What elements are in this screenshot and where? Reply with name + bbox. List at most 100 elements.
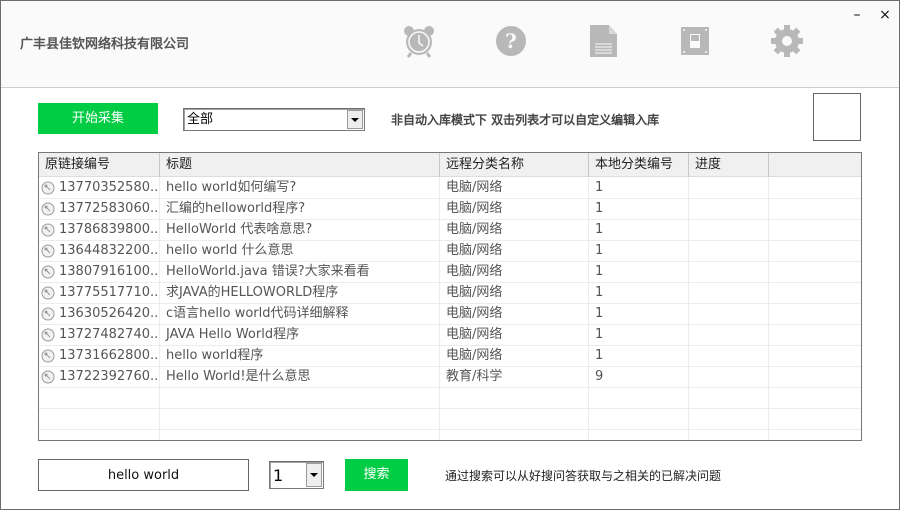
cell-original-id: 13644832200... — [39, 241, 160, 261]
table-body: 13770352580... hello world如何编写? 电脑/网络 1 1377… — [39, 178, 861, 440]
original-id-text: 13722392760... — [59, 369, 160, 384]
cell-original-id: 13772583060... — [39, 199, 160, 219]
cell-progress — [689, 304, 769, 324]
cell-progress — [689, 262, 769, 282]
cell-title: 汇编的helloworld程序? — [160, 199, 440, 219]
cell-title — [160, 388, 440, 408]
cell-original-id: 13786839800... — [39, 220, 160, 240]
document-icon[interactable] — [587, 24, 621, 58]
cell-extra — [769, 430, 861, 440]
search-button[interactable]: 搜索 — [345, 459, 408, 491]
cell-local-id: 1 — [589, 325, 689, 345]
cell-local-id: 9 — [589, 367, 689, 387]
category-select[interactable]: 全部 — [183, 108, 365, 131]
original-id-text: 13772583060... — [59, 201, 160, 216]
cell-remote-category: 电脑/网络 — [440, 220, 589, 240]
column-header-progress[interactable]: 进度 — [689, 153, 769, 177]
original-id-text: 13644832200... — [59, 243, 160, 258]
tag-icon — [41, 328, 55, 342]
cell-title: Hello World!是什么意思 — [160, 367, 440, 387]
cell-local-id — [589, 409, 689, 429]
cell-title: HelloWorld.java 错误?大家来看看 — [160, 262, 440, 282]
table-row[interactable]: 13727482740... JAVA Hello World程序 电脑/网络 1 — [39, 325, 861, 346]
column-header-remote-category[interactable]: 远程分类名称 — [440, 153, 589, 177]
cell-original-id: 13731662800... — [39, 346, 160, 366]
cell-local-id: 1 — [589, 199, 689, 219]
table-row[interactable]: 13644832200... hello world 什么意思 电脑/网络 1 — [39, 241, 861, 262]
table-row[interactable]: 13775517710... 求JAVA的HELLOWORLD程序 电脑/网络 1 — [39, 283, 861, 304]
tag-icon — [41, 370, 55, 384]
table-row[interactable]: 13772583060... 汇编的helloworld程序? 电脑/网络 1 — [39, 199, 861, 220]
cell-original-id: 13770352580... — [39, 178, 160, 198]
category-select-value: 全部 — [187, 112, 214, 127]
app-window: 广丰县佳钦网络科技有限公司 ? – × 开始采集 全部 非自动入库模式下 双击列… — [0, 0, 900, 510]
empty-table-row — [39, 430, 861, 440]
original-id-text: 13770352580... — [59, 180, 160, 195]
tag-icon — [41, 202, 55, 216]
table-row[interactable]: 13786839800... HelloWorld 代表啥意思? 电脑/网络 1 — [39, 220, 861, 241]
cell-original-id — [39, 388, 160, 408]
page-select[interactable]: 1 — [269, 461, 324, 489]
table-row[interactable]: 13807916100... HelloWorld.java 错误?大家来看看 电脑… — [39, 262, 861, 283]
help-icon[interactable]: ? — [494, 24, 528, 58]
chevron-down-icon[interactable] — [306, 463, 322, 487]
cell-remote-category — [440, 388, 589, 408]
cell-remote-category — [440, 409, 589, 429]
cell-progress — [689, 367, 769, 387]
cell-remote-category: 电脑/网络 — [440, 346, 589, 366]
table-row[interactable]: 13731662800... hello world程序 电脑/网络 1 — [39, 346, 861, 367]
original-id-text: 13630526420... — [59, 306, 160, 321]
tag-icon — [41, 181, 55, 195]
cell-progress — [689, 199, 769, 219]
table-row[interactable]: 13722392760... Hello World!是什么意思 教育/科学 9 — [39, 367, 861, 388]
cell-local-id — [589, 430, 689, 440]
cell-remote-category: 电脑/网络 — [440, 304, 589, 324]
cell-extra — [769, 346, 861, 366]
tag-icon — [41, 349, 55, 363]
cell-remote-category: 电脑/网络 — [440, 199, 589, 219]
cell-title: hello world如何编写? — [160, 178, 440, 198]
empty-table-row — [39, 409, 861, 430]
cell-local-id: 1 — [589, 262, 689, 282]
gear-icon[interactable] — [770, 24, 804, 58]
table-row[interactable]: 13630526420... c语言hello world代码详细解释 电脑/网络 1 — [39, 304, 861, 325]
cell-remote-category: 电脑/网络 — [440, 178, 589, 198]
column-header-local-id[interactable]: 本地分类编号 — [589, 153, 689, 177]
cell-remote-category — [440, 430, 589, 440]
company-name: 广丰县佳钦网络科技有限公司 — [20, 37, 190, 52]
cell-original-id: 13807916100... — [39, 262, 160, 282]
minimize-button[interactable]: – — [847, 5, 867, 25]
table-row[interactable]: 13770352580... hello world如何编写? 电脑/网络 1 — [39, 178, 861, 199]
cell-extra — [769, 220, 861, 240]
column-header-title[interactable]: 标题 — [160, 153, 440, 177]
cell-original-id — [39, 430, 160, 440]
start-collect-button[interactable]: 开始采集 — [38, 103, 158, 134]
svg-text:?: ? — [505, 29, 517, 53]
cell-title: HelloWorld 代表啥意思? — [160, 220, 440, 240]
results-table[interactable]: 原链接编号 标题 远程分类名称 本地分类编号 进度 13770352580...… — [38, 152, 862, 441]
cell-extra — [769, 367, 861, 387]
header-bar: 广丰县佳钦网络科技有限公司 ? – × — [1, 1, 899, 88]
cell-progress — [689, 430, 769, 440]
cell-progress — [689, 346, 769, 366]
cell-progress — [689, 178, 769, 198]
cell-progress — [689, 409, 769, 429]
original-id-text: 13731662800... — [59, 348, 160, 363]
cell-original-id: 13727482740... — [39, 325, 160, 345]
table-header: 原链接编号 标题 远程分类名称 本地分类编号 进度 — [39, 153, 861, 177]
cell-extra — [769, 304, 861, 324]
chevron-down-icon[interactable] — [347, 110, 363, 129]
cell-title: c语言hello world代码详细解释 — [160, 304, 440, 324]
switch-icon[interactable] — [678, 24, 712, 58]
original-id-text: 13807916100... — [59, 264, 160, 279]
column-header-original-id[interactable]: 原链接编号 — [39, 153, 160, 177]
search-input[interactable] — [38, 459, 249, 491]
cell-title: hello world程序 — [160, 346, 440, 366]
cell-title — [160, 409, 440, 429]
cell-original-id: 13630526420... — [39, 304, 160, 324]
cell-extra — [769, 199, 861, 219]
cell-local-id — [589, 388, 689, 408]
close-button[interactable]: × — [875, 5, 895, 25]
alarm-clock-icon[interactable] — [402, 24, 436, 58]
column-header-extra — [769, 153, 861, 177]
